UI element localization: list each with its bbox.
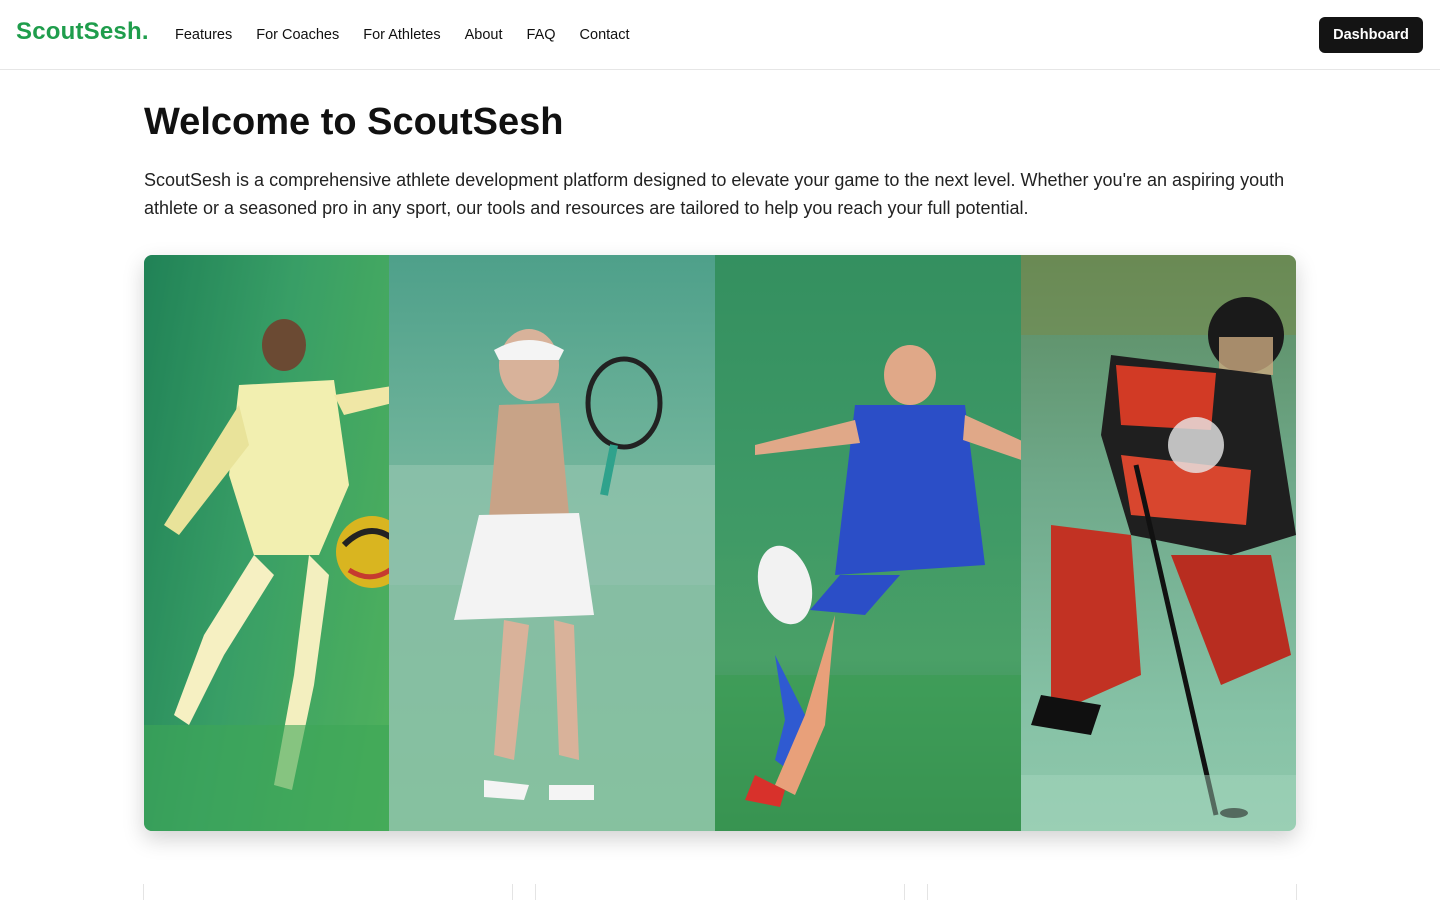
- nav-faq[interactable]: FAQ: [527, 25, 556, 45]
- nav-for-athletes[interactable]: For Athletes: [363, 25, 440, 45]
- soccer-player-image: [144, 255, 389, 831]
- rugby-player-image: [715, 255, 1021, 831]
- dashboard-button[interactable]: Dashboard: [1319, 17, 1423, 53]
- nav-features[interactable]: Features: [175, 25, 232, 45]
- hero-sports-collage: [144, 255, 1296, 831]
- main-nav: Features For Coaches For Athletes About …: [175, 25, 654, 45]
- intro-paragraph: ScoutSesh is a comprehensive athlete dev…: [144, 170, 1285, 218]
- nav-for-coaches[interactable]: For Coaches: [256, 25, 339, 45]
- feature-card-3: [927, 884, 1297, 900]
- feature-card-1: [143, 884, 513, 900]
- nav-about[interactable]: About: [465, 25, 503, 45]
- site-header: ScoutSesh. Features For Coaches For Athl…: [0, 0, 1440, 70]
- feature-card-2: [535, 884, 905, 900]
- hockey-player-image: [1021, 255, 1296, 831]
- nav-contact[interactable]: Contact: [580, 25, 630, 45]
- tennis-player-image: [389, 255, 715, 831]
- page-title: Welcome to ScoutSesh: [144, 101, 564, 143]
- logo-link[interactable]: ScoutSesh.: [16, 18, 149, 46]
